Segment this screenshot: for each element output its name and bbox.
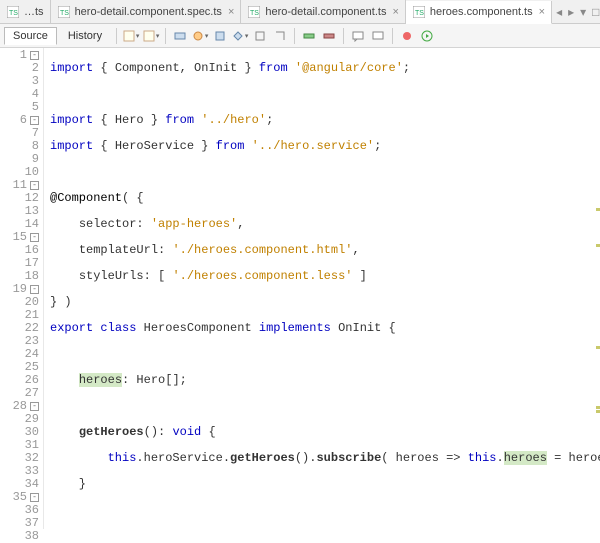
toolbar-btn-2[interactable] [142, 27, 160, 45]
ts-file-icon: TS [57, 5, 71, 19]
file-tab[interactable]: TS hero-detail.component.ts × [241, 0, 406, 23]
separator [294, 28, 295, 44]
code-editor[interactable]: 1- 2 3 4 5 6- 7 8 9 10 11- 12 13 14 15- … [0, 48, 600, 529]
file-tab-active[interactable]: TS heroes.component.ts × [406, 1, 552, 24]
svg-text:TS: TS [415, 10, 424, 17]
ts-file-icon: TS [6, 5, 20, 19]
editor-tab-bar: TS …ts TS hero-detail.component.spec.ts … [0, 0, 600, 24]
scroll-markers [594, 48, 600, 529]
tab-label: hero-detail.component.ts [265, 6, 386, 18]
maximize-icon[interactable]: □ [592, 5, 599, 19]
svg-text:TS: TS [9, 10, 18, 17]
toolbar-btn-1[interactable] [122, 27, 140, 45]
toolbar-btn-uncomment[interactable] [369, 27, 387, 45]
toolbar-btn-run[interactable] [418, 27, 436, 45]
close-icon[interactable]: × [228, 6, 234, 18]
tab-label: hero-detail.component.spec.ts [75, 6, 222, 18]
occurrence-mark[interactable] [596, 244, 600, 247]
fold-icon[interactable]: - [30, 181, 39, 190]
occurrence-mark[interactable] [596, 406, 600, 409]
toolbar-btn-stop[interactable] [398, 27, 416, 45]
separator [392, 28, 393, 44]
toolbar-btn-4[interactable] [191, 27, 209, 45]
occurrence-mark[interactable] [596, 208, 600, 211]
occurrence-mark[interactable] [596, 410, 600, 413]
separator [165, 28, 166, 44]
fold-icon[interactable]: - [30, 402, 39, 411]
tab-prev-icon[interactable]: ◂ [556, 5, 562, 19]
fold-icon[interactable]: - [30, 493, 39, 502]
toolbar-btn-7[interactable] [251, 27, 269, 45]
ts-file-icon: TS [412, 5, 426, 19]
source-tab[interactable]: Source [4, 27, 57, 45]
separator [116, 28, 117, 44]
code-area[interactable]: import { Component, OnInit } from '@angu… [44, 48, 600, 529]
svg-text:TS: TS [250, 10, 259, 17]
tab-label: heroes.component.ts [430, 6, 533, 18]
history-tab[interactable]: History [59, 27, 111, 45]
tab-label: …ts [24, 6, 44, 18]
fold-icon[interactable]: - [30, 116, 39, 125]
file-tab[interactable]: TS hero-detail.component.spec.ts × [51, 0, 242, 23]
fold-icon[interactable]: - [30, 285, 39, 294]
svg-text:TS: TS [60, 10, 69, 17]
tab-list-icon[interactable]: ▾ [580, 5, 586, 19]
toolbar-btn-3[interactable] [171, 27, 189, 45]
toolbar-btn-9[interactable] [300, 27, 318, 45]
toolbar-btn-5[interactable] [211, 27, 229, 45]
file-tab[interactable]: TS …ts [0, 0, 51, 23]
toolbar-btn-6[interactable] [231, 27, 249, 45]
tab-nav: ◂ ▸ ▾ □ [552, 5, 600, 19]
fold-icon[interactable]: - [30, 233, 39, 242]
separator [343, 28, 344, 44]
ts-file-icon: TS [247, 5, 261, 19]
close-icon[interactable]: × [392, 6, 398, 18]
toolbar-btn-comment[interactable] [349, 27, 367, 45]
line-gutter: 1- 2 3 4 5 6- 7 8 9 10 11- 12 13 14 15- … [0, 48, 44, 529]
toolbar-btn-8[interactable] [271, 27, 289, 45]
close-icon[interactable]: × [539, 6, 545, 18]
occurrence-mark[interactable] [596, 346, 600, 349]
tab-next-icon[interactable]: ▸ [568, 5, 574, 19]
toolbar-btn-10[interactable] [320, 27, 338, 45]
fold-icon[interactable]: - [30, 51, 39, 60]
editor-toolbar: Source History [0, 24, 600, 48]
